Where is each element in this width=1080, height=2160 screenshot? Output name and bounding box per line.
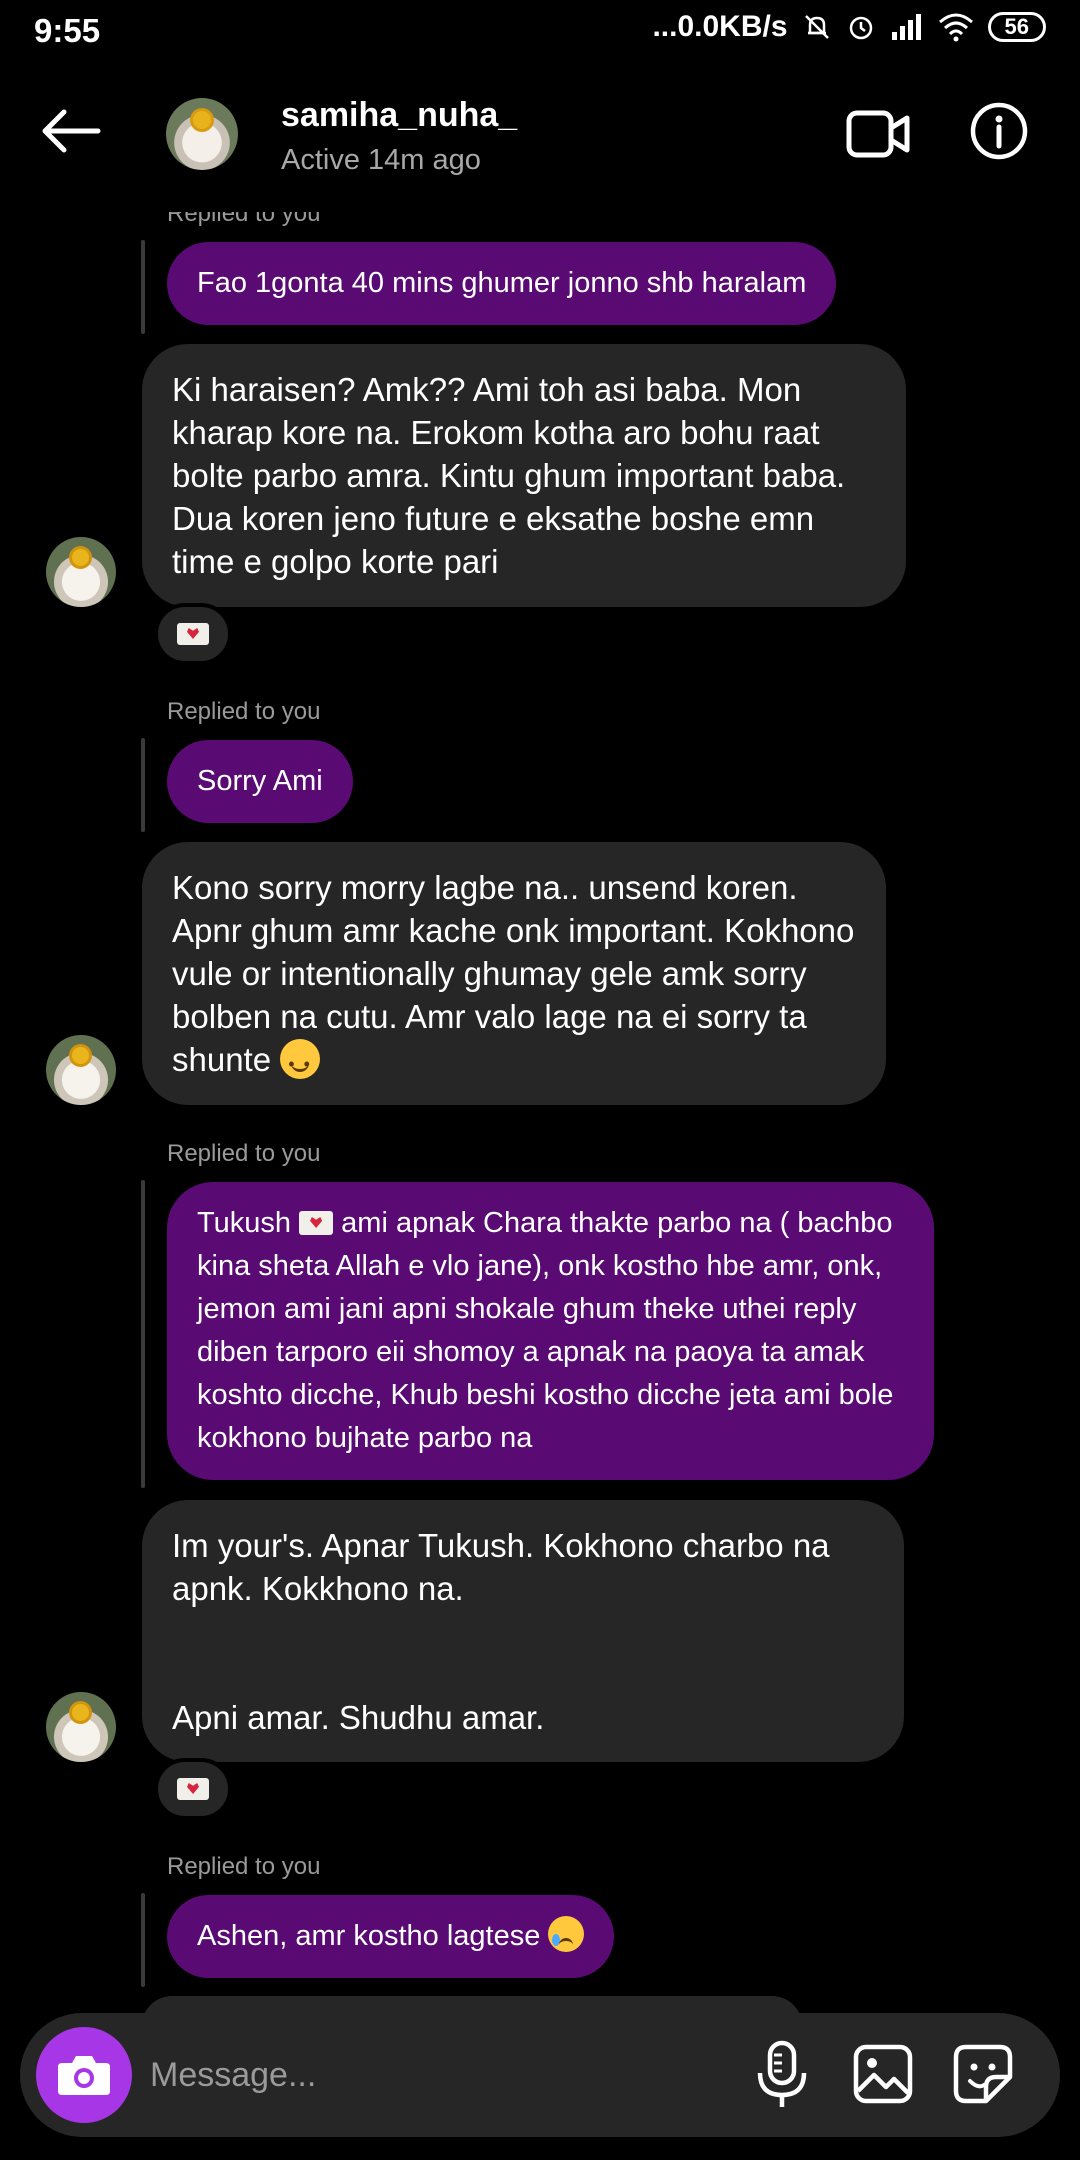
message-text: Kono sorry morry lagbe na.. unsend koren… [172,869,855,1078]
video-call-icon [846,110,910,158]
gallery-icon [853,2044,913,2104]
back-button[interactable] [38,106,104,156]
sent-message[interactable]: Ashen, amr kostho lagtese [167,1895,615,1978]
reaction-badge[interactable] [154,1758,232,1820]
love-letter-icon [299,1211,334,1235]
sender-avatar[interactable] [46,1035,116,1105]
message-text-end: ami apnak Chara thakte parbo na ( bachbo… [197,1207,894,1454]
message-input[interactable] [150,2045,730,2105]
replied-label: Replied to you [167,1853,321,1880]
back-arrow-icon [42,109,101,153]
camera-button[interactable] [36,2027,132,2123]
info-button[interactable] [970,102,1028,160]
smile-emoji-icon [280,1039,321,1086]
gallery-button[interactable] [852,2043,914,2105]
sender-avatar[interactable] [46,537,116,607]
sender-avatar[interactable] [46,1692,116,1762]
replied-label: Replied to you [167,698,321,725]
message-composer [20,2013,1060,2137]
message-text-start: Tukush [197,1207,292,1239]
reply-indicator-line [141,738,145,832]
message-thread[interactable]: Replied to you Fao 1gonta 40 mins ghumer… [0,0,1080,2160]
microphone-button[interactable] [752,2039,812,2111]
sticker-icon [953,2044,1013,2104]
love-letter-icon [177,623,209,645]
reply-indicator-line [141,1893,145,1987]
message-line: Apni amar. Shudhu amar. [172,1699,545,1736]
crying-emoji-icon [548,1916,585,1952]
sent-message[interactable]: Tukush ami apnak Chara thakte parbo na (… [167,1182,934,1480]
received-message[interactable]: Kono sorry morry lagbe na.. unsend koren… [142,842,886,1105]
chat-username[interactable]: samiha_nuha_ [281,96,517,135]
sticker-button[interactable] [952,2043,1014,2105]
active-status: Active 14m ago [281,144,481,176]
reaction-badge[interactable] [154,603,232,665]
love-letter-icon [177,1778,209,1800]
message-text: Ashen, amr kostho lagtese [197,1920,541,1952]
info-icon [970,102,1028,160]
header-avatar[interactable] [166,98,238,170]
received-message[interactable]: Im your's. Apnar Tukush. Kokhono charbo … [142,1500,904,1762]
message-line: Im your's. Apnar Tukush. Kokhono charbo … [172,1527,830,1607]
camera-icon [58,2056,110,2095]
replied-label: Replied to you [167,1140,321,1167]
sent-message[interactable]: Sorry Ami [167,740,353,823]
reply-indicator-line [141,240,145,334]
microphone-icon [757,2040,807,2107]
received-message[interactable]: Ki haraisen? Amk?? Ami toh asi baba. Mon… [142,344,906,607]
video-call-button[interactable] [846,108,910,160]
reply-indicator-line [141,1180,145,1488]
chat-header: samiha_nuha_ Active 14m ago [0,62,1080,212]
sent-message[interactable]: Fao 1gonta 40 mins ghumer jonno shb hara… [167,242,837,325]
